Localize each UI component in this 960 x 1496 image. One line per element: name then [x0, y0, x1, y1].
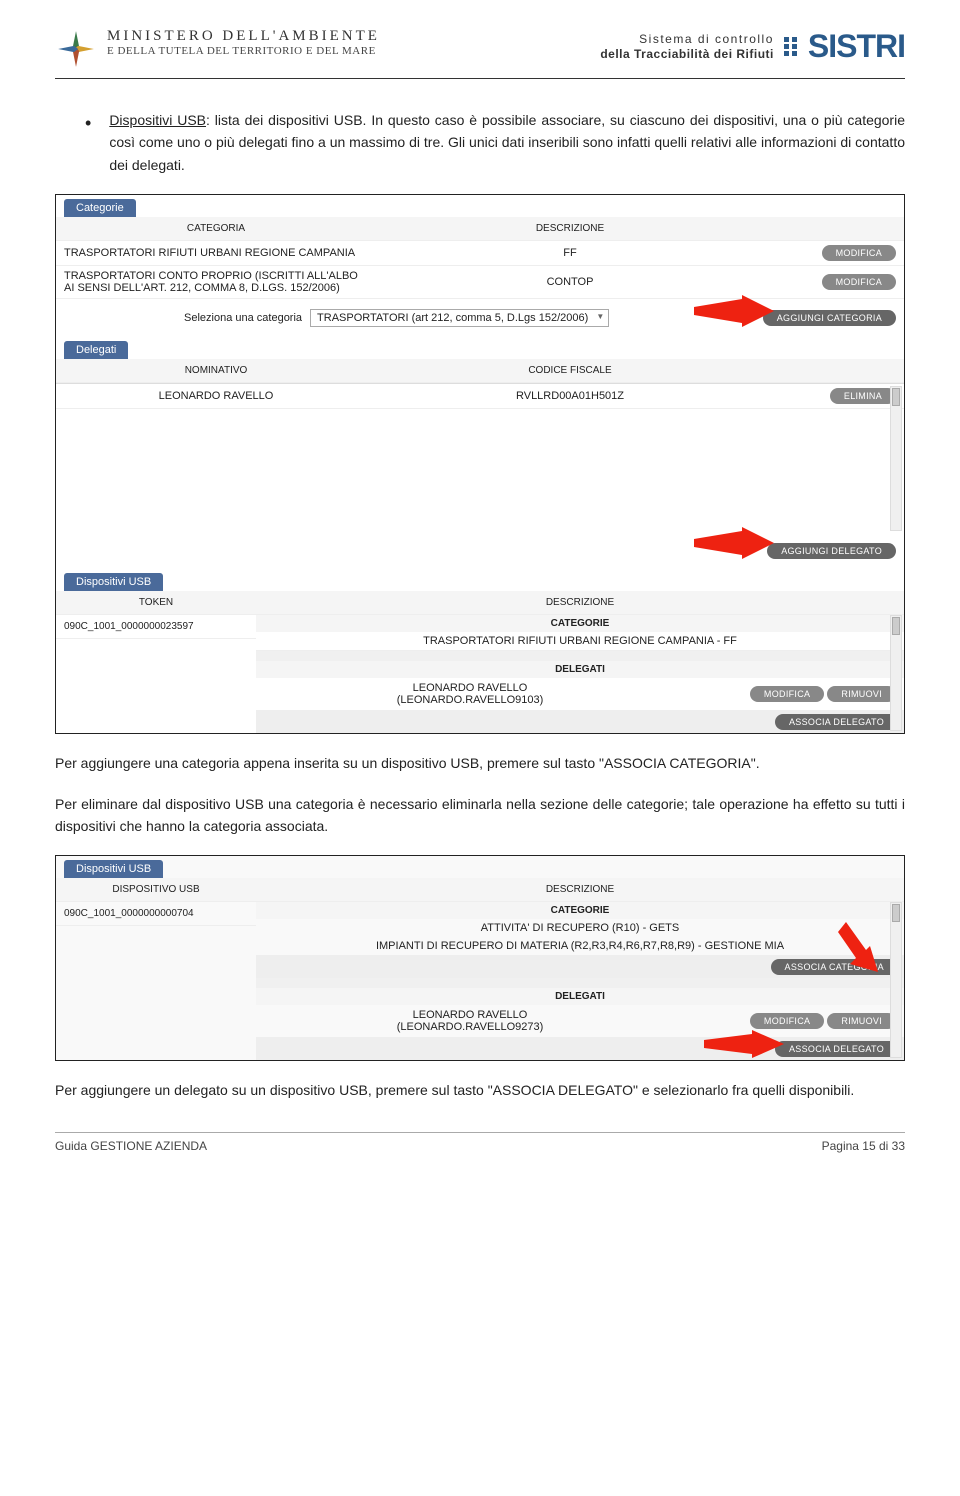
col-header-codicefiscale: CODICE FISCALE — [376, 361, 764, 380]
usb-delegati-header: DELEGATI — [256, 988, 904, 1005]
aggiungi-categoria-button[interactable]: AGGIUNGI CATEGORIA — [763, 310, 896, 326]
cell-codicefiscale: RVLLRD00A01H501Z — [376, 386, 764, 406]
tab-dispositivi-usb[interactable]: Dispositivi USB — [64, 573, 163, 591]
category-select[interactable]: TRASPORTATORI (art 212, comma 5, D.Lgs 1… — [310, 309, 609, 327]
associa-delegato-button[interactable]: ASSOCIA DELEGATO — [775, 1041, 898, 1057]
footer-page-number: Pagina 15 di 33 — [822, 1139, 905, 1153]
col-header-descrizione: DESCRIZIONE — [256, 880, 904, 899]
red-arrow-icon — [694, 527, 774, 567]
scrollbar[interactable] — [890, 386, 902, 531]
usb-categoria-value: TRASPORTATORI RIFIUTI URBANI REGIONE CAM… — [256, 632, 904, 651]
usb-categorie-header: CATEGORIE — [256, 615, 904, 632]
intro-text: : lista dei dispositivi USB. In questo c… — [109, 112, 905, 173]
ministero-logo-icon — [55, 28, 97, 70]
cell-descrizione: CONTOP — [376, 272, 764, 292]
cell-categoria: TRASPORTATORI RIFIUTI URBANI REGIONE CAM… — [56, 243, 376, 263]
table-row: TRASPORTATORI CONTO PROPRIO (ISCRITTI AL… — [56, 266, 904, 299]
intro-label: Dispositivi USB — [109, 112, 206, 128]
rimuovi-button[interactable]: RIMUOVI — [827, 1013, 896, 1029]
tab-delegati[interactable]: Delegati — [64, 341, 128, 359]
ministero-subtitle: E DELLA TUTELA DEL TERRITORIO E DEL MARE — [107, 45, 380, 57]
red-arrow-icon — [694, 295, 774, 335]
col-header-dispositivo: DISPOSITIVO USB — [56, 880, 256, 899]
modifica-button[interactable]: MODIFICA — [822, 274, 896, 290]
select-label: Seleziona una categoria — [184, 312, 302, 324]
col-header-token: TOKEN — [56, 593, 256, 612]
elimina-button[interactable]: ELIMINA — [830, 388, 896, 404]
red-arrow-icon — [704, 1030, 784, 1066]
usb-categoria-value: IMPIANTI DI RECUPERO DI MATERIA (R2,R3,R… — [256, 937, 904, 956]
usb-delegato-user: (LEONARDO.RAVELLO9103) — [264, 694, 676, 706]
scrollbar[interactable] — [890, 615, 902, 731]
col-header-nominativo: NOMINATIVO — [56, 361, 376, 380]
sistri-dots-icon — [784, 37, 798, 56]
mid-paragraph-2: Per eliminare dal dispositivo USB una ca… — [55, 793, 905, 838]
modifica-button[interactable]: MODIFICA — [822, 245, 896, 261]
cell-nominativo: LEONARDO RAVELLO — [56, 386, 376, 406]
cell-token: 090C_1001_0000000023597 — [56, 617, 202, 636]
last-paragraph: Per aggiungere un delegato su un disposi… — [55, 1079, 905, 1101]
aggiungi-delegato-button[interactable]: AGGIUNGI DELEGATO — [767, 543, 896, 559]
cell-token: 090C_1001_0000000000704 — [56, 904, 202, 923]
intro-paragraph: • Dispositivi USB: lista dei dispositivi… — [85, 109, 905, 176]
mid-paragraph-1: Per aggiungere una categoria appena inse… — [55, 752, 905, 774]
page-header: MINISTERO DELL'AMBIENTE E DELLA TUTELA D… — [55, 28, 905, 79]
usb-delegati-header: DELEGATI — [256, 661, 904, 678]
modifica-button[interactable]: MODIFICA — [750, 1013, 824, 1029]
page-footer: Guida GESTIONE AZIENDA Pagina 15 di 33 — [55, 1132, 905, 1153]
rimuovi-button[interactable]: RIMUOVI — [827, 686, 896, 702]
sistri-tagline-2: della Tracciabilità dei Rifiuti — [600, 47, 774, 61]
cell-descrizione: FF — [376, 243, 764, 263]
cell-categoria: TRASPORTATORI CONTO PROPRIO (ISCRITTI AL… — [56, 266, 376, 298]
screenshot-1: Categorie CATEGORIA DESCRIZIONE TRASPORT… — [55, 194, 905, 734]
scrollbar[interactable] — [890, 902, 902, 1058]
usb-categorie-header: CATEGORIE — [256, 902, 904, 919]
sistri-tagline-1: Sistema di controllo — [600, 32, 774, 46]
usb-categoria-value: ATTIVITA' DI RECUPERO (R10) - GETS — [256, 919, 904, 937]
tab-categorie[interactable]: Categorie — [64, 199, 136, 217]
associa-delegato-button[interactable]: ASSOCIA DELEGATO — [775, 714, 898, 730]
modifica-button[interactable]: MODIFICA — [750, 686, 824, 702]
ministero-title: MINISTERO DELL'AMBIENTE — [107, 28, 380, 45]
sistri-logo: SISTRI — [808, 28, 905, 65]
col-header-categoria: CATEGORIA — [56, 219, 376, 238]
bullet-icon: • — [85, 109, 91, 176]
col-header-descrizione: DESCRIZIONE — [256, 593, 904, 612]
col-header-descrizione: DESCRIZIONE — [376, 219, 764, 238]
red-arrow-icon — [838, 922, 898, 972]
table-row: TRASPORTATORI RIFIUTI URBANI REGIONE CAM… — [56, 241, 904, 266]
usb-delegato-user: (LEONARDO.RAVELLO9273) — [264, 1021, 676, 1033]
table-row: LEONARDO RAVELLO RVLLRD00A01H501Z ELIMIN… — [56, 384, 904, 409]
screenshot-2: Dispositivi USB DISPOSITIVO USB 090C_100… — [55, 855, 905, 1061]
usb-delegato-name: LEONARDO RAVELLO — [264, 682, 676, 694]
tab-dispositivi-usb[interactable]: Dispositivi USB — [64, 860, 163, 878]
usb-delegato-name: LEONARDO RAVELLO — [264, 1009, 676, 1021]
footer-guide-title: Guida GESTIONE AZIENDA — [55, 1139, 207, 1153]
